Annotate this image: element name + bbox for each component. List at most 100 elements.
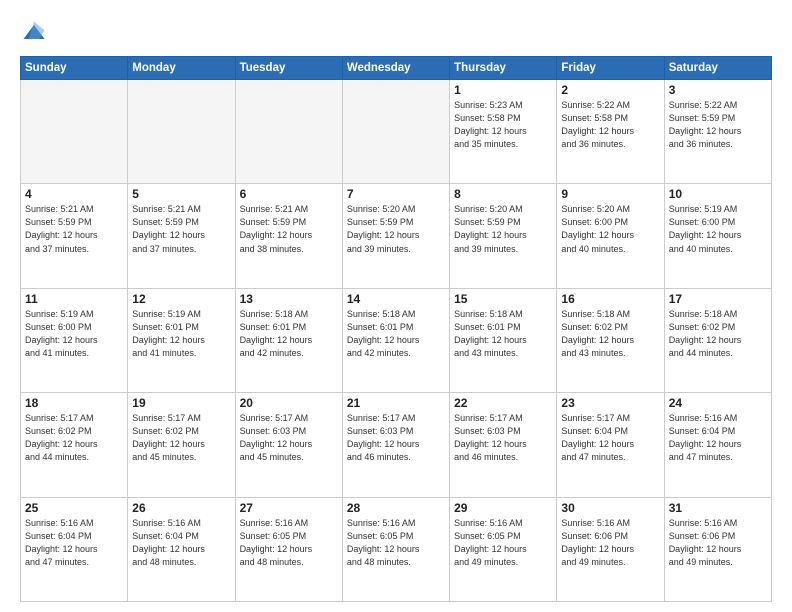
calendar-cell-17: 17 Sunrise: 5:18 AM Sunset: 6:02 PM Dayli… <box>664 288 771 392</box>
day-number: 3 <box>669 83 767 97</box>
calendar-cell-13: 13 Sunrise: 5:18 AM Sunset: 6:01 PM Dayli… <box>235 288 342 392</box>
day-number: 6 <box>240 187 338 201</box>
calendar-cell-9: 9 Sunrise: 5:20 AM Sunset: 6:00 PM Daylig… <box>557 184 664 288</box>
calendar-header-saturday: Saturday <box>664 57 771 80</box>
calendar-cell-2: 2 Sunrise: 5:22 AM Sunset: 5:58 PM Daylig… <box>557 80 664 184</box>
calendar-cell-8: 8 Sunrise: 5:20 AM Sunset: 5:59 PM Daylig… <box>450 184 557 288</box>
calendar-cell-empty-1 <box>128 80 235 184</box>
day-number: 7 <box>347 187 445 201</box>
day-info: Sunrise: 5:18 AM Sunset: 6:02 PM Dayligh… <box>561 308 659 360</box>
day-number: 17 <box>669 292 767 306</box>
calendar-cell-5: 5 Sunrise: 5:21 AM Sunset: 5:59 PM Daylig… <box>128 184 235 288</box>
day-number: 16 <box>561 292 659 306</box>
day-number: 31 <box>669 501 767 515</box>
page: SundayMondayTuesdayWednesdayThursdayFrid… <box>0 0 792 612</box>
calendar-cell-4: 4Sunrise: 5:21 AM Sunset: 5:59 PM Daylig… <box>21 184 128 288</box>
day-number: 13 <box>240 292 338 306</box>
day-info: Sunrise: 5:16 AM Sunset: 6:05 PM Dayligh… <box>240 517 338 569</box>
calendar-cell-empty-3 <box>342 80 449 184</box>
day-number: 26 <box>132 501 230 515</box>
day-number: 28 <box>347 501 445 515</box>
day-info: Sunrise: 5:16 AM Sunset: 6:04 PM Dayligh… <box>132 517 230 569</box>
day-info: Sunrise: 5:23 AM Sunset: 5:58 PM Dayligh… <box>454 99 552 151</box>
calendar-week-2: 4 Sunrise: 5:21 AM Sunset: 5:59 PM Daylig… <box>21 184 772 288</box>
day-number: 10 <box>669 187 767 201</box>
calendar-cell-29: 29Sunrise: 5:16 AM Sunset: 6:05 PM Dayli… <box>450 497 557 601</box>
day-info: Sunrise: 5:18 AM Sunset: 6:01 PM Dayligh… <box>347 308 445 360</box>
calendar-cell-28: 28Sunrise: 5:16 AM Sunset: 6:05 PM Dayli… <box>342 497 449 601</box>
calendar-cell-15: 15 Sunrise: 5:18 AM Sunset: 6:01 PM Dayli… <box>450 288 557 392</box>
calendar-cell-23: 23 Sunrise: 5:17 AM Sunset: 6:04 PM Dayli… <box>557 393 664 497</box>
calendar-cell-30: 30 Sunrise: 5:16 AM Sunset: 6:06 PM Dayli… <box>557 497 664 601</box>
calendar-cell-31: 31Sunrise: 5:16 AM Sunset: 6:06 PM Dayli… <box>664 497 771 601</box>
day-info: Sunrise: 5:22 AM Sunset: 5:59 PM Dayligh… <box>669 99 767 151</box>
calendar-header-thursday: Thursday <box>450 57 557 80</box>
day-number: 29 <box>454 501 552 515</box>
day-info: Sunrise: 5:19 AM Sunset: 6:00 PM Dayligh… <box>669 203 767 255</box>
day-info: Sunrise: 5:16 AM Sunset: 6:04 PM Dayligh… <box>25 517 123 569</box>
day-number: 15 <box>454 292 552 306</box>
day-number: 8 <box>454 187 552 201</box>
calendar-week-4: 18 Sunrise: 5:17 AM Sunset: 6:02 PM Dayli… <box>21 393 772 497</box>
calendar-header-friday: Friday <box>557 57 664 80</box>
day-number: 24 <box>669 396 767 410</box>
day-number: 4 <box>25 187 123 201</box>
day-number: 9 <box>561 187 659 201</box>
calendar-cell-18: 18 Sunrise: 5:17 AM Sunset: 6:02 PM Dayli… <box>21 393 128 497</box>
calendar-header-monday: Monday <box>128 57 235 80</box>
day-info: Sunrise: 5:20 AM Sunset: 5:59 PM Dayligh… <box>347 203 445 255</box>
day-number: 1 <box>454 83 552 97</box>
day-number: 2 <box>561 83 659 97</box>
day-info: Sunrise: 5:17 AM Sunset: 6:03 PM Dayligh… <box>454 412 552 464</box>
logo-icon <box>20 18 48 46</box>
calendar-cell-7: 7 Sunrise: 5:20 AM Sunset: 5:59 PM Daylig… <box>342 184 449 288</box>
calendar-header-tuesday: Tuesday <box>235 57 342 80</box>
logo <box>20 18 52 46</box>
day-info: Sunrise: 5:16 AM Sunset: 6:06 PM Dayligh… <box>561 517 659 569</box>
calendar-cell-16: 16 Sunrise: 5:18 AM Sunset: 6:02 PM Dayli… <box>557 288 664 392</box>
calendar-cell-26: 26 Sunrise: 5:16 AM Sunset: 6:04 PM Dayli… <box>128 497 235 601</box>
day-info: Sunrise: 5:21 AM Sunset: 5:59 PM Dayligh… <box>132 203 230 255</box>
day-info: Sunrise: 5:17 AM Sunset: 6:03 PM Dayligh… <box>347 412 445 464</box>
calendar-header-row: SundayMondayTuesdayWednesdayThursdayFrid… <box>21 57 772 80</box>
day-number: 19 <box>132 396 230 410</box>
day-info: Sunrise: 5:18 AM Sunset: 6:01 PM Dayligh… <box>240 308 338 360</box>
day-info: Sunrise: 5:19 AM Sunset: 6:01 PM Dayligh… <box>132 308 230 360</box>
day-info: Sunrise: 5:16 AM Sunset: 6:04 PM Dayligh… <box>669 412 767 464</box>
calendar-cell-12: 12 Sunrise: 5:19 AM Sunset: 6:01 PM Dayli… <box>128 288 235 392</box>
day-number: 25 <box>25 501 123 515</box>
calendar-cell-25: 25 Sunrise: 5:16 AM Sunset: 6:04 PM Dayli… <box>21 497 128 601</box>
day-number: 21 <box>347 396 445 410</box>
day-number: 14 <box>347 292 445 306</box>
day-info: Sunrise: 5:20 AM Sunset: 5:59 PM Dayligh… <box>454 203 552 255</box>
calendar-cell-19: 19 Sunrise: 5:17 AM Sunset: 6:02 PM Dayli… <box>128 393 235 497</box>
day-number: 30 <box>561 501 659 515</box>
day-info: Sunrise: 5:21 AM Sunset: 5:59 PM Dayligh… <box>240 203 338 255</box>
calendar-cell-6: 6 Sunrise: 5:21 AM Sunset: 5:59 PM Daylig… <box>235 184 342 288</box>
day-number: 11 <box>25 292 123 306</box>
calendar-header-wednesday: Wednesday <box>342 57 449 80</box>
day-number: 5 <box>132 187 230 201</box>
calendar-cell-10: 10 Sunrise: 5:19 AM Sunset: 6:00 PM Dayli… <box>664 184 771 288</box>
calendar-cell-22: 22Sunrise: 5:17 AM Sunset: 6:03 PM Dayli… <box>450 393 557 497</box>
day-info: Sunrise: 5:17 AM Sunset: 6:02 PM Dayligh… <box>25 412 123 464</box>
day-number: 23 <box>561 396 659 410</box>
day-number: 27 <box>240 501 338 515</box>
calendar-cell-21: 21 Sunrise: 5:17 AM Sunset: 6:03 PM Dayli… <box>342 393 449 497</box>
day-number: 18 <box>25 396 123 410</box>
calendar-cell-11: 11Sunrise: 5:19 AM Sunset: 6:00 PM Dayli… <box>21 288 128 392</box>
day-number: 12 <box>132 292 230 306</box>
calendar-cell-3: 3 Sunrise: 5:22 AM Sunset: 5:59 PM Daylig… <box>664 80 771 184</box>
calendar-cell-27: 27 Sunrise: 5:16 AM Sunset: 6:05 PM Dayli… <box>235 497 342 601</box>
calendar-cell-24: 24 Sunrise: 5:16 AM Sunset: 6:04 PM Dayli… <box>664 393 771 497</box>
day-info: Sunrise: 5:17 AM Sunset: 6:04 PM Dayligh… <box>561 412 659 464</box>
calendar-cell-empty-2 <box>235 80 342 184</box>
day-info: Sunrise: 5:20 AM Sunset: 6:00 PM Dayligh… <box>561 203 659 255</box>
calendar-cell-20: 20Sunrise: 5:17 AM Sunset: 6:03 PM Dayli… <box>235 393 342 497</box>
header <box>20 18 772 46</box>
day-info: Sunrise: 5:18 AM Sunset: 6:02 PM Dayligh… <box>669 308 767 360</box>
day-info: Sunrise: 5:17 AM Sunset: 6:02 PM Dayligh… <box>132 412 230 464</box>
day-info: Sunrise: 5:18 AM Sunset: 6:01 PM Dayligh… <box>454 308 552 360</box>
day-info: Sunrise: 5:17 AM Sunset: 6:03 PM Dayligh… <box>240 412 338 464</box>
day-info: Sunrise: 5:22 AM Sunset: 5:58 PM Dayligh… <box>561 99 659 151</box>
